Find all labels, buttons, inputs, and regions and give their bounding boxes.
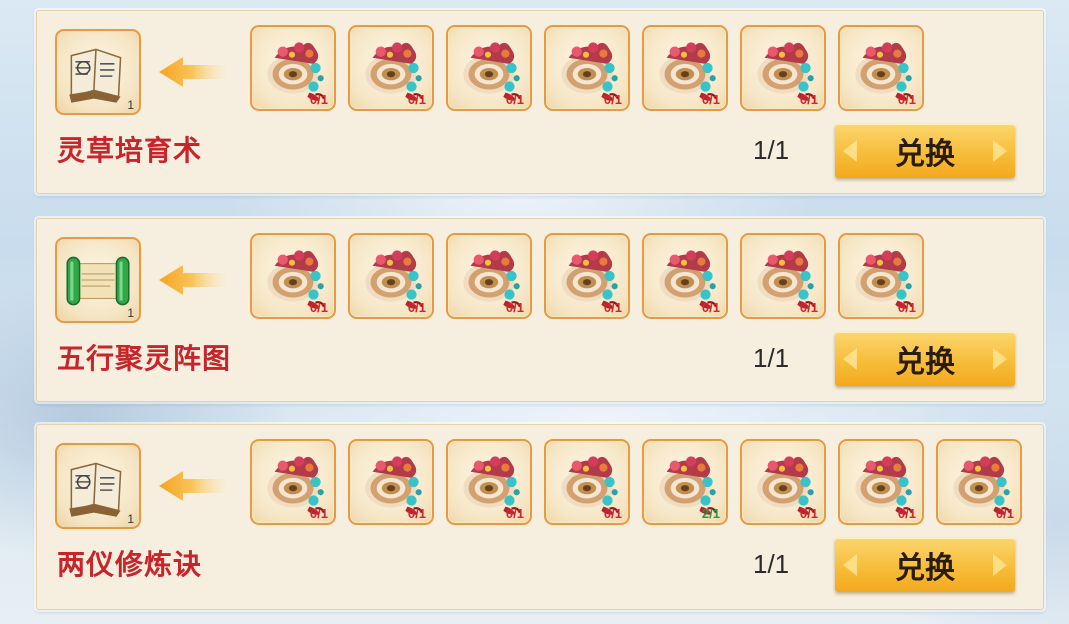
exchange-button[interactable]: 兑换 [835,538,1015,592]
material-count: 0/1 [309,506,328,521]
material-slot[interactable]: 0/1 [838,25,924,111]
material-slot[interactable]: 0/1 [348,233,434,319]
material-count: 0/1 [701,300,720,315]
material-slot[interactable]: 0/1 [544,233,630,319]
material-count: 0/1 [603,92,622,107]
material-count: 0/1 [407,92,426,107]
material-count: 0/1 [603,506,622,521]
material-count: 0/1 [407,506,426,521]
material-count: 0/1 [309,300,328,315]
material-slot[interactable]: 0/1 [936,439,1022,525]
recipe-panel-1: 1 0/1 0/1 0/1 0/1 0/1 0/1 0/1 灵草培育术 1/1 … [36,10,1044,194]
material-count: 0/1 [799,506,818,521]
material-count: 0/1 [407,300,426,315]
target-quantity: 1 [127,98,134,112]
material-slot[interactable]: 0/1 [446,439,532,525]
recipe-panel-3: 1 0/1 0/1 0/1 0/1 2/1 0/1 0/1 0/1 两仪修炼诀 … [36,424,1044,610]
material-count: 0/1 [505,300,524,315]
material-count: 0/1 [701,92,720,107]
exchange-progress: 1/1 [753,549,790,579]
material-slot[interactable]: 0/1 [740,233,826,319]
recipe-name: 灵草培育术 [57,134,203,167]
material-slot[interactable]: 0/1 [250,25,336,111]
exchange-progress: 1/1 [753,343,790,373]
material-count: 0/1 [505,92,524,107]
target-quantity: 1 [127,306,134,320]
material-count: 0/1 [897,92,916,107]
material-count: 0/1 [603,300,622,315]
arrow-left-icon [159,471,225,501]
recipe-name: 五行聚灵阵图 [57,342,232,375]
material-slot[interactable]: 0/1 [642,233,728,319]
exchange-button[interactable]: 兑换 [835,332,1015,386]
material-slot[interactable]: 0/1 [740,439,826,525]
target-item-slot[interactable]: 1 [55,29,141,115]
material-count: 0/1 [505,506,524,521]
material-count: 0/1 [897,506,916,521]
material-slot[interactable]: 0/1 [446,25,532,111]
target-quantity: 1 [127,512,134,526]
material-slot[interactable]: 0/1 [544,439,630,525]
material-slot[interactable]: 2/1 [642,439,728,525]
material-slot[interactable]: 0/1 [544,25,630,111]
material-slot[interactable]: 0/1 [250,233,336,319]
exchange-button[interactable]: 兑换 [835,124,1015,178]
material-count: 0/1 [799,92,818,107]
material-slot[interactable]: 0/1 [446,233,532,319]
exchange-progress: 1/1 [753,135,790,165]
material-count: 0/1 [897,300,916,315]
material-count: 0/1 [995,506,1014,521]
material-slot[interactable]: 0/1 [838,233,924,319]
target-item-slot[interactable]: 1 [55,443,141,529]
material-count: 2/1 [701,506,720,521]
material-slot[interactable]: 0/1 [642,25,728,111]
material-slot[interactable]: 0/1 [838,439,924,525]
material-slot[interactable]: 0/1 [348,25,434,111]
arrow-left-icon [159,265,225,295]
recipe-panel-2: 1 0/1 0/1 0/1 0/1 0/1 0/1 0/1 五行聚灵阵图 1/1… [36,218,1044,402]
arrow-left-icon [159,57,225,87]
target-item-slot[interactable]: 1 [55,237,141,323]
material-count: 0/1 [309,92,328,107]
material-slot[interactable]: 0/1 [250,439,336,525]
recipe-name: 两仪修炼诀 [57,548,203,581]
material-slot[interactable]: 0/1 [348,439,434,525]
material-count: 0/1 [799,300,818,315]
material-slot[interactable]: 0/1 [740,25,826,111]
